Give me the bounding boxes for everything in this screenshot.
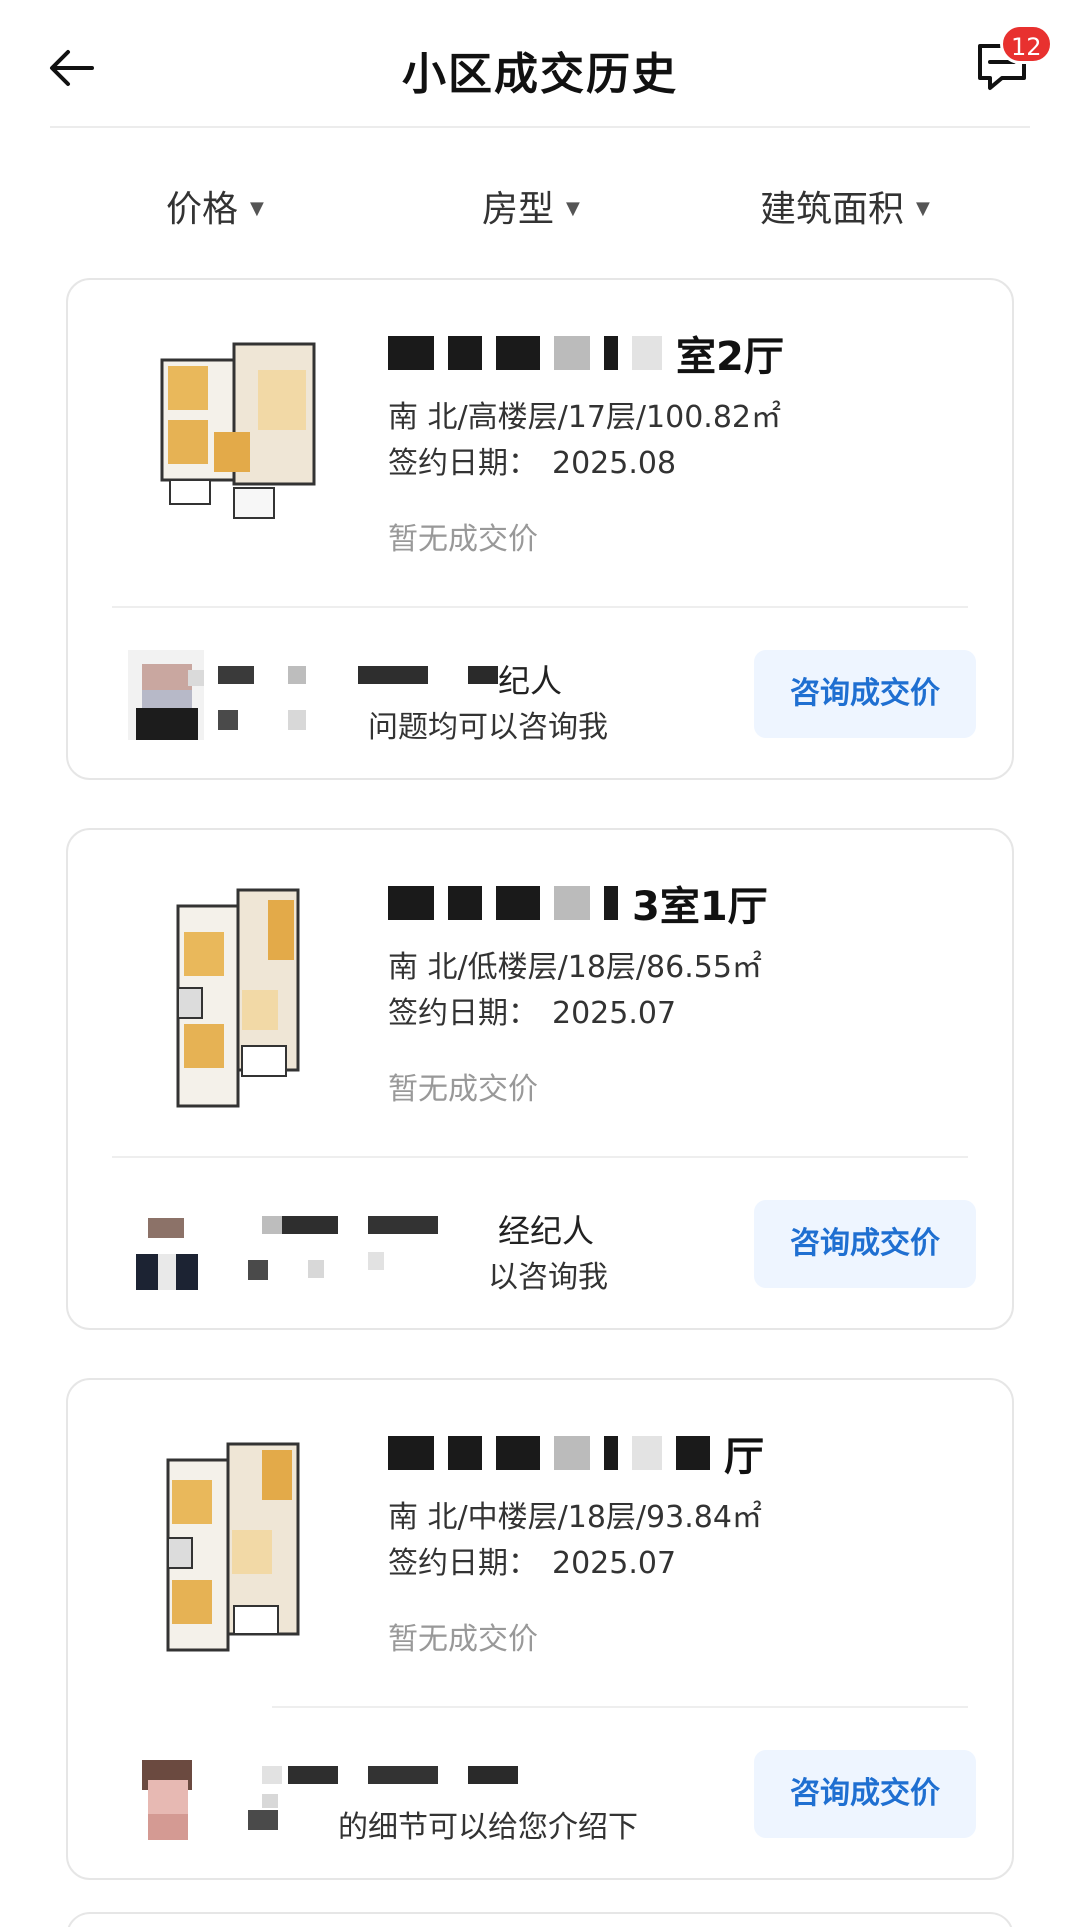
deal-price-status: 暂无成交价 bbox=[388, 1072, 538, 1107]
filter-label: 价格 bbox=[166, 189, 239, 230]
agent-role: 经纪人 bbox=[498, 1212, 595, 1250]
filter-layout[interactable]: 房型 ▼ bbox=[482, 180, 580, 232]
card-divider bbox=[112, 606, 968, 608]
listing-title-text: 厅 bbox=[724, 1434, 764, 1480]
agent-intro: 问题均可以咨询我 bbox=[368, 710, 608, 745]
redacted-text bbox=[604, 1436, 618, 1470]
redacted-text bbox=[496, 336, 540, 370]
redacted-text bbox=[496, 886, 540, 920]
card-divider bbox=[112, 1156, 968, 1158]
agent-avatar[interactable] bbox=[128, 1750, 204, 1840]
redacted-text bbox=[554, 886, 590, 920]
listing-card[interactable]: 3室1厅 南 北/低楼层/18层/86.55㎡ 签约日期： 2025.07 暂无成… bbox=[66, 828, 1014, 1330]
redacted-text bbox=[554, 336, 590, 370]
sign-date-label: 签约日期： bbox=[388, 1546, 538, 1581]
agent-avatar[interactable] bbox=[128, 650, 204, 740]
redacted-text bbox=[388, 336, 434, 370]
sign-date-value: 2025.07 bbox=[552, 996, 677, 1031]
consult-price-button[interactable]: 咨询成交价 bbox=[754, 1750, 976, 1838]
listing-card[interactable]: 室2厅 南 北/高楼层/17层/100.82㎡ 签约日期： 2025.08 暂无成… bbox=[66, 278, 1014, 780]
redacted-text bbox=[388, 886, 434, 920]
filter-bar: 价格 ▼ 房型 ▼ 建筑面积 ▼ bbox=[0, 170, 1080, 240]
redacted-text bbox=[632, 1436, 662, 1470]
floor-plan-image bbox=[138, 320, 338, 560]
listing-meta: 南 北/低楼层/18层/86.55㎡ bbox=[388, 950, 762, 985]
sign-date-value: 2025.08 bbox=[552, 446, 677, 481]
top-bar: 小区成交历史 12 bbox=[0, 0, 1080, 128]
agent-intro: 的细节可以给您介绍下 bbox=[338, 1810, 638, 1845]
filter-label: 建筑面积 bbox=[760, 189, 905, 230]
floor-plan-image bbox=[138, 870, 338, 1110]
notification-badge: 12 bbox=[1000, 24, 1053, 64]
consult-price-button[interactable]: 咨询成交价 bbox=[754, 1200, 976, 1288]
listing-title-text: 3室1厅 bbox=[632, 884, 768, 930]
card-divider bbox=[272, 1706, 968, 1708]
sign-date: 签约日期： 2025.07 bbox=[388, 988, 676, 1032]
agent-avatar[interactable] bbox=[128, 1200, 204, 1290]
redacted-text bbox=[676, 1436, 710, 1470]
listing-card[interactable]: 厅 南 北/中楼层/18层/93.84㎡ 签约日期： 2025.07 暂无成交价 … bbox=[66, 1378, 1014, 1880]
listing-title: 室2厅 bbox=[388, 324, 784, 382]
listing-title: 厅 bbox=[388, 1424, 764, 1482]
redacted-text bbox=[448, 886, 482, 920]
chevron-down-icon: ▼ bbox=[916, 197, 930, 219]
listing-title: 3室1厅 bbox=[388, 874, 768, 932]
redacted-text bbox=[388, 1436, 434, 1470]
filter-price[interactable]: 价格 ▼ bbox=[166, 180, 264, 232]
listing-title-text: 室2厅 bbox=[676, 334, 784, 380]
consult-price-button[interactable]: 咨询成交价 bbox=[754, 650, 976, 738]
redacted-text bbox=[448, 336, 482, 370]
redacted-text bbox=[604, 886, 618, 920]
page-title: 小区成交历史 bbox=[402, 49, 678, 100]
filter-area[interactable]: 建筑面积 ▼ bbox=[760, 180, 930, 232]
agent-intro: 以咨询我 bbox=[488, 1260, 608, 1295]
header-divider bbox=[50, 126, 1030, 128]
chevron-down-icon: ▼ bbox=[250, 197, 264, 219]
chevron-down-icon: ▼ bbox=[566, 197, 580, 219]
deal-price-status: 暂无成交价 bbox=[388, 1622, 538, 1657]
redacted-text bbox=[496, 1436, 540, 1470]
redacted-text bbox=[448, 1436, 482, 1470]
sign-date-label: 签约日期： bbox=[388, 446, 538, 481]
listing-meta: 南 北/高楼层/17层/100.82㎡ bbox=[388, 400, 782, 435]
sign-date-label: 签约日期： bbox=[388, 996, 538, 1031]
listing-card-partial[interactable] bbox=[66, 1912, 1014, 1927]
sign-date-value: 2025.07 bbox=[552, 1546, 677, 1581]
deal-price-status: 暂无成交价 bbox=[388, 522, 538, 557]
agent-role: 纪人 bbox=[498, 662, 563, 700]
sign-date: 签约日期： 2025.08 bbox=[388, 438, 676, 482]
sign-date: 签约日期： 2025.07 bbox=[388, 1538, 676, 1582]
filter-label: 房型 bbox=[482, 189, 555, 230]
floor-plan-image bbox=[138, 1420, 338, 1660]
redacted-text bbox=[554, 1436, 590, 1470]
redacted-text bbox=[632, 336, 662, 370]
listing-meta: 南 北/中楼层/18层/93.84㎡ bbox=[388, 1500, 762, 1535]
redacted-text bbox=[604, 336, 618, 370]
